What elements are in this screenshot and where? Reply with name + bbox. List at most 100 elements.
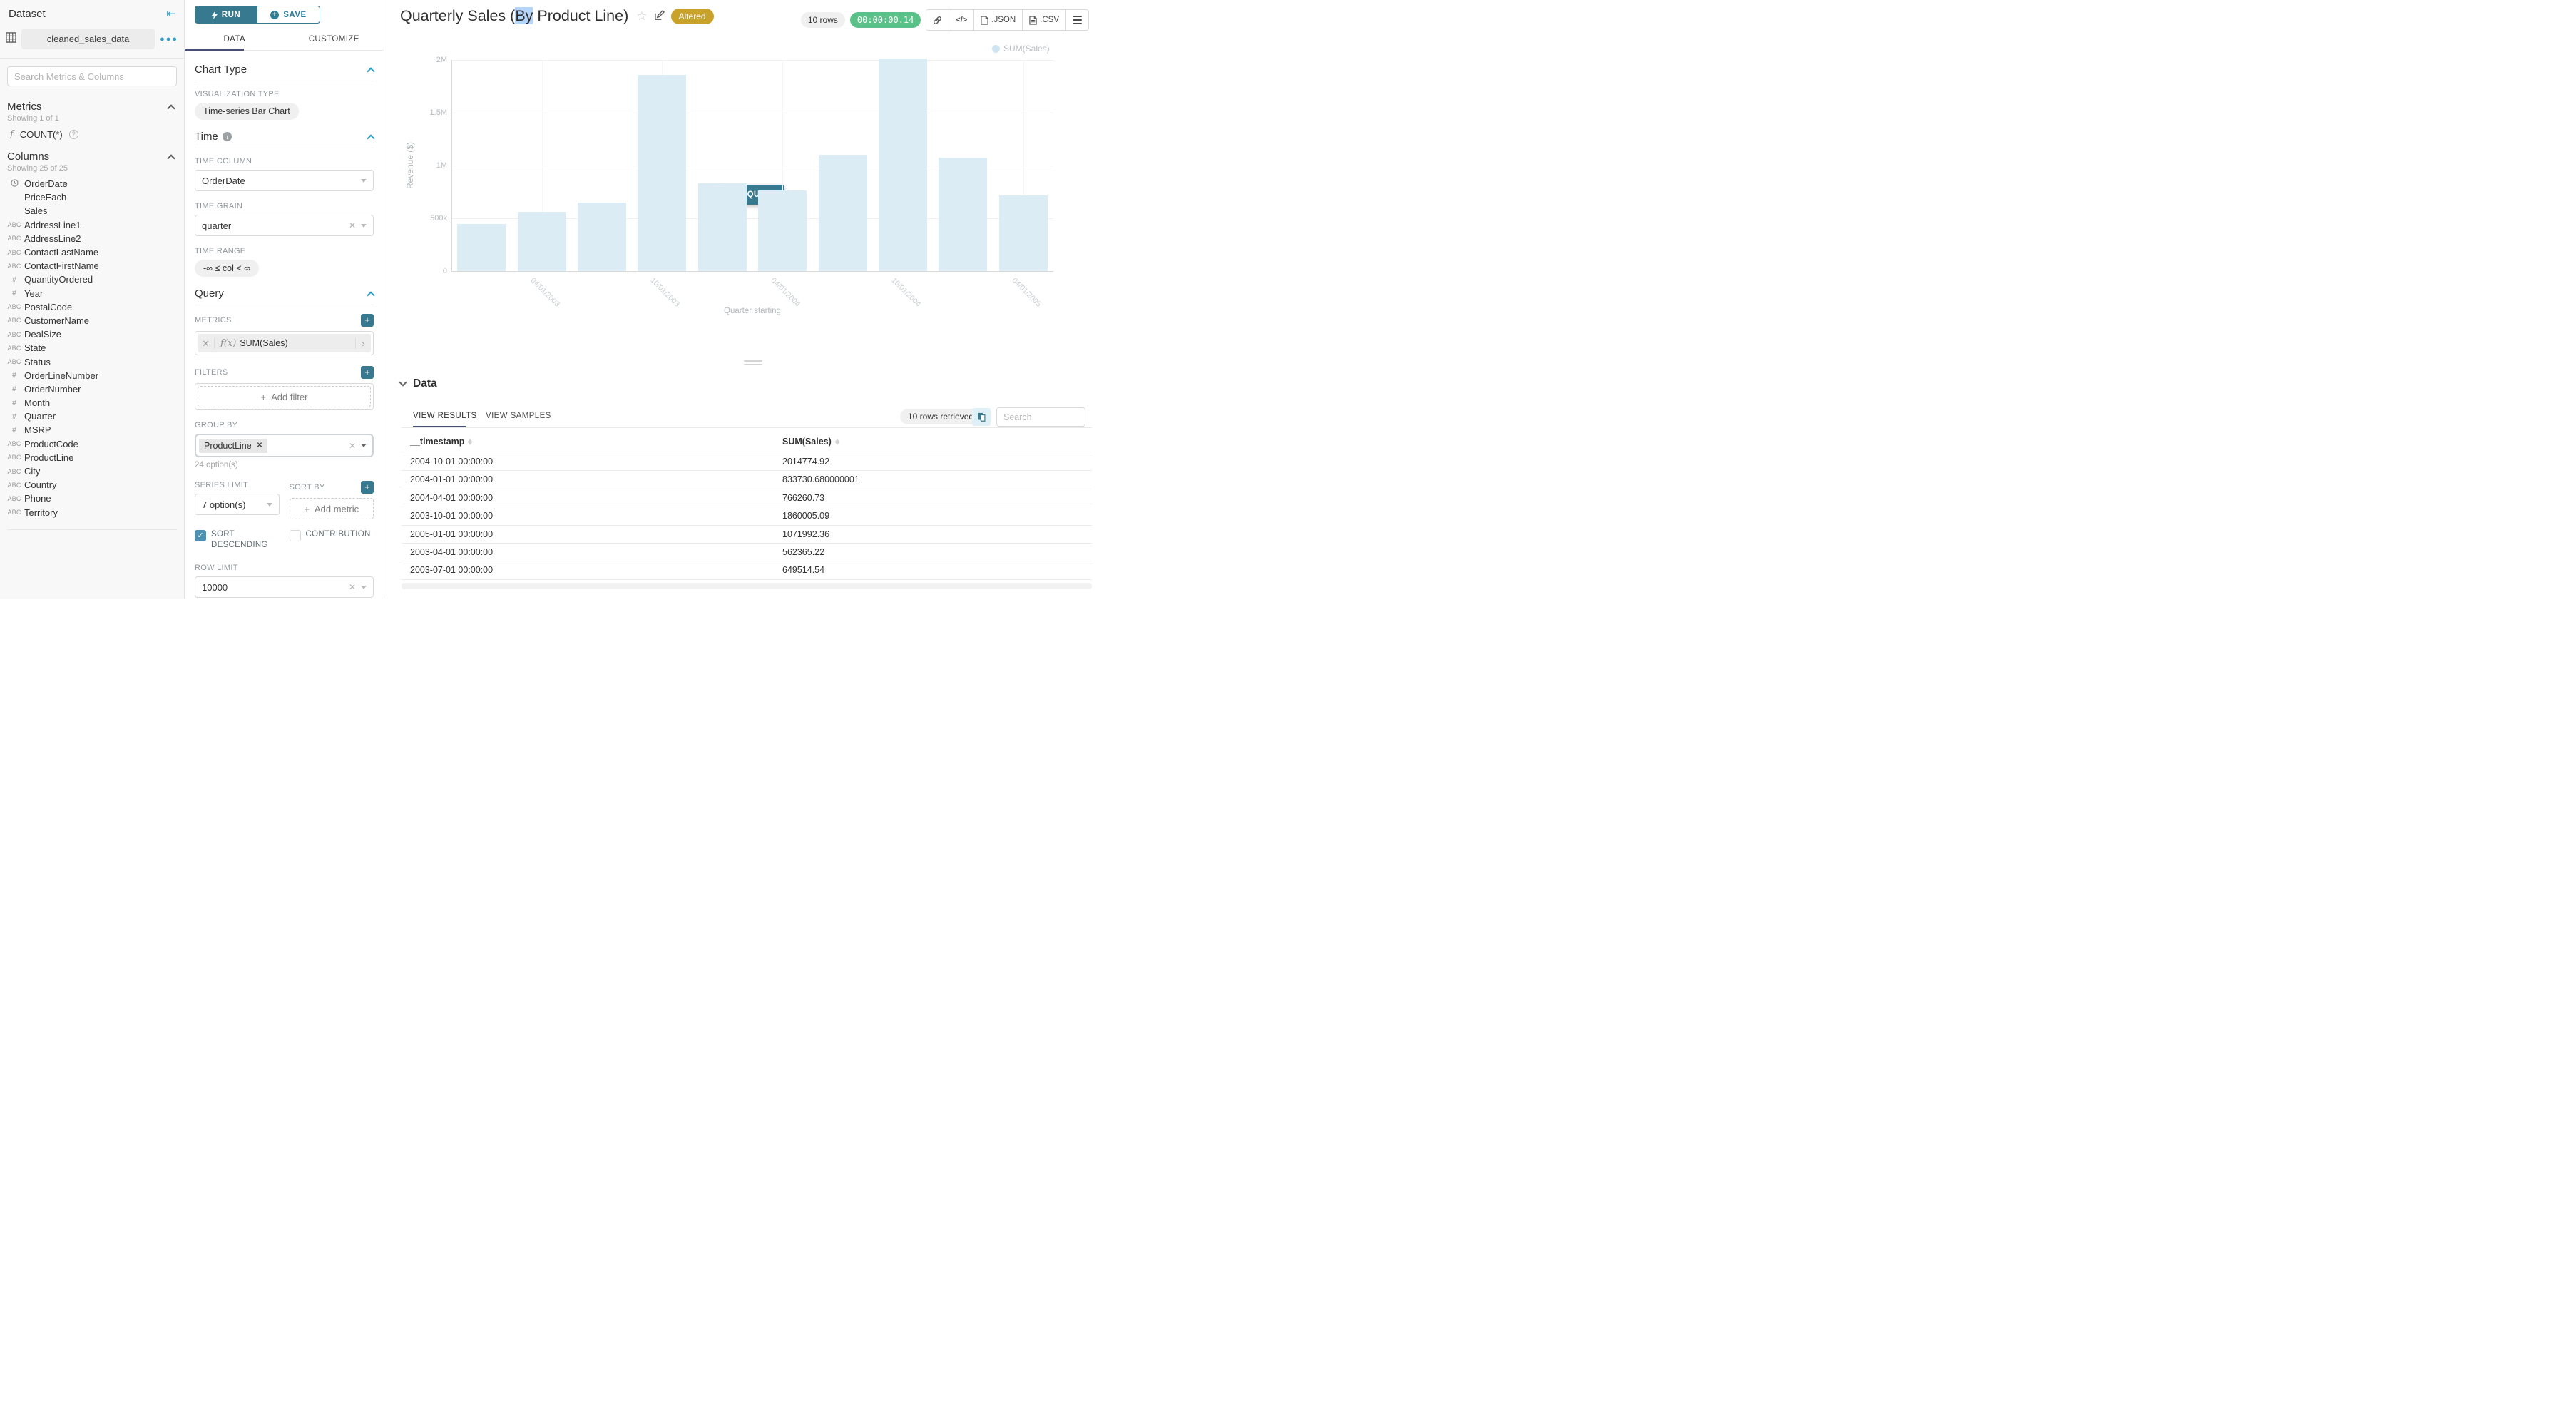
edit-properties-icon[interactable] bbox=[654, 10, 665, 24]
remove-chip-icon[interactable]: ✕ bbox=[257, 442, 262, 449]
add-filter-dropzone[interactable]: + Add filter bbox=[198, 386, 371, 407]
chart-menu-button[interactable] bbox=[1066, 10, 1088, 30]
dataset-menu-icon[interactable]: ●●● bbox=[160, 35, 178, 44]
column-item[interactable]: ABCState bbox=[0, 341, 184, 355]
column-item[interactable]: ABCProductCode bbox=[0, 437, 184, 451]
column-item[interactable]: ABCAddressLine2 bbox=[0, 232, 184, 245]
sort-descending-label[interactable]: SORT DESCENDING bbox=[211, 529, 280, 551]
column-item[interactable]: #Quarter bbox=[0, 410, 184, 423]
column-item[interactable]: #OrderLineNumber bbox=[0, 369, 184, 382]
chevron-up-icon[interactable] bbox=[167, 154, 175, 162]
bar[interactable] bbox=[819, 155, 867, 271]
remove-metric-icon[interactable]: ✕ bbox=[198, 338, 215, 349]
column-item[interactable]: #MSRP bbox=[0, 423, 184, 437]
copy-data-button[interactable] bbox=[972, 408, 991, 426]
bar[interactable] bbox=[999, 195, 1048, 271]
contribution-checkbox[interactable] bbox=[290, 530, 301, 541]
data-collapse-header[interactable]: Data bbox=[400, 377, 437, 390]
add-metric-button[interactable]: + bbox=[361, 314, 374, 327]
chevron-right-icon[interactable]: › bbox=[355, 338, 371, 349]
metric-chip[interactable]: ✕ ƒ(x) SUM(Sales) › bbox=[198, 334, 371, 352]
chevron-up-icon[interactable] bbox=[367, 67, 374, 75]
copy-link-button[interactable] bbox=[926, 10, 949, 30]
column-item[interactable]: ABCPhone bbox=[0, 492, 184, 505]
sort-descending-checkbox[interactable]: ✓ bbox=[195, 530, 206, 541]
altered-badge[interactable]: Altered bbox=[671, 9, 714, 24]
embed-code-button[interactable]: </> bbox=[949, 10, 974, 30]
bar[interactable] bbox=[939, 158, 987, 271]
collapse-panel-icon[interactable]: ⇤ bbox=[166, 7, 175, 20]
data-search-input[interactable] bbox=[996, 407, 1085, 427]
add-sort-metric-button[interactable]: + bbox=[361, 481, 374, 494]
column-item[interactable]: Sales bbox=[0, 204, 184, 218]
column-item[interactable]: ABCCustomerName bbox=[0, 314, 184, 327]
group-by-select[interactable]: ProductLine ✕ ✕ bbox=[195, 434, 374, 457]
clear-icon[interactable]: ✕ bbox=[349, 582, 356, 592]
bar[interactable] bbox=[518, 212, 566, 271]
bar[interactable] bbox=[578, 203, 626, 271]
dataset-name[interactable]: cleaned_sales_data bbox=[21, 29, 155, 49]
bar[interactable] bbox=[698, 183, 747, 271]
viz-type-value[interactable]: Time-series Bar Chart bbox=[195, 103, 299, 120]
time-column-select[interactable]: OrderDate bbox=[195, 170, 374, 191]
column-item[interactable]: ABCCity bbox=[0, 464, 184, 478]
tab-view-results[interactable]: VIEW RESULTS bbox=[413, 412, 477, 420]
column-item[interactable]: #OrderNumber bbox=[0, 382, 184, 396]
legend-marker-icon bbox=[992, 45, 1000, 53]
chevron-up-icon[interactable] bbox=[167, 104, 175, 112]
column-item[interactable]: ABCProductLine bbox=[0, 451, 184, 464]
column-item[interactable]: #Year bbox=[0, 287, 184, 300]
bar[interactable] bbox=[758, 190, 807, 271]
bar[interactable] bbox=[879, 58, 927, 271]
sort-by-dropzone[interactable]: + Add metric bbox=[290, 498, 374, 519]
column-item[interactable]: ABCContactFirstName bbox=[0, 259, 184, 273]
column-item[interactable]: ABCStatus bbox=[0, 355, 184, 368]
bar[interactable] bbox=[457, 224, 506, 271]
export-csv-button[interactable]: .CSV bbox=[1023, 10, 1066, 30]
bar[interactable] bbox=[638, 75, 686, 271]
favorite-star-icon[interactable]: ☆ bbox=[636, 9, 647, 24]
column-item[interactable]: ABCDealSize bbox=[0, 327, 184, 341]
column-item[interactable]: ABCPostalCode bbox=[0, 300, 184, 314]
run-button[interactable]: RUN bbox=[195, 6, 257, 24]
tab-data[interactable]: DATA bbox=[185, 30, 285, 50]
column-item[interactable]: #Month bbox=[0, 396, 184, 410]
tab-view-samples[interactable]: VIEW SAMPLES bbox=[486, 412, 551, 420]
help-icon[interactable]: ? bbox=[69, 130, 78, 139]
export-json-button[interactable]: .JSON bbox=[974, 10, 1023, 30]
file-json-icon bbox=[981, 16, 988, 25]
tab-customize[interactable]: CUSTOMIZE bbox=[285, 30, 384, 50]
time-grain-select[interactable]: quarter ✕ bbox=[195, 215, 374, 236]
column-item[interactable]: ABCCountry bbox=[0, 478, 184, 492]
time-range-value[interactable]: -∞ ≤ col < ∞ bbox=[195, 260, 259, 277]
save-button[interactable]: + SAVE bbox=[257, 6, 320, 24]
group-by-chip[interactable]: ProductLine ✕ bbox=[199, 439, 267, 453]
table-scrollbar[interactable] bbox=[402, 583, 1092, 589]
chevron-up-icon[interactable] bbox=[367, 134, 374, 142]
add-filter-button[interactable]: + bbox=[361, 366, 374, 379]
contribution-label[interactable]: CONTRIBUTION bbox=[306, 529, 371, 540]
metric-item[interactable]: ƒ COUNT(*) ? bbox=[0, 127, 184, 144]
metrics-columns-search-input[interactable] bbox=[7, 66, 177, 86]
column-header-sum-sales[interactable]: SUM(Sales) bbox=[782, 437, 839, 447]
chevron-down-icon bbox=[361, 179, 367, 183]
panel-resize-handle[interactable] bbox=[744, 360, 762, 367]
chart-title[interactable]: Quarterly Sales (By Product Line) bbox=[400, 7, 628, 25]
column-header-timestamp[interactable]: __timestamp bbox=[410, 437, 472, 447]
chevron-up-icon[interactable] bbox=[367, 291, 374, 299]
function-icon: ƒ(x) bbox=[220, 338, 236, 349]
column-item[interactable]: OrderDate bbox=[0, 177, 184, 190]
series-limit-select[interactable]: 7 option(s) bbox=[195, 494, 280, 515]
code-icon: </> bbox=[956, 16, 967, 24]
column-item[interactable]: ABCTerritory bbox=[0, 506, 184, 519]
row-limit-select[interactable]: 10000 ✕ bbox=[195, 576, 374, 598]
column-item[interactable]: #QuantityOrdered bbox=[0, 273, 184, 286]
column-item[interactable]: PriceEach bbox=[0, 190, 184, 204]
clear-icon[interactable]: ✕ bbox=[349, 220, 356, 230]
column-item[interactable]: ABCAddressLine1 bbox=[0, 218, 184, 232]
sum-sales-cell: 562365.22 bbox=[782, 547, 824, 557]
legend[interactable]: SUM(Sales) bbox=[992, 44, 1050, 54]
column-item[interactable]: ABCContactLastName bbox=[0, 245, 184, 259]
x-tick-label: 04/01/2005 bbox=[1010, 276, 1043, 309]
clear-icon[interactable]: ✕ bbox=[349, 441, 356, 451]
